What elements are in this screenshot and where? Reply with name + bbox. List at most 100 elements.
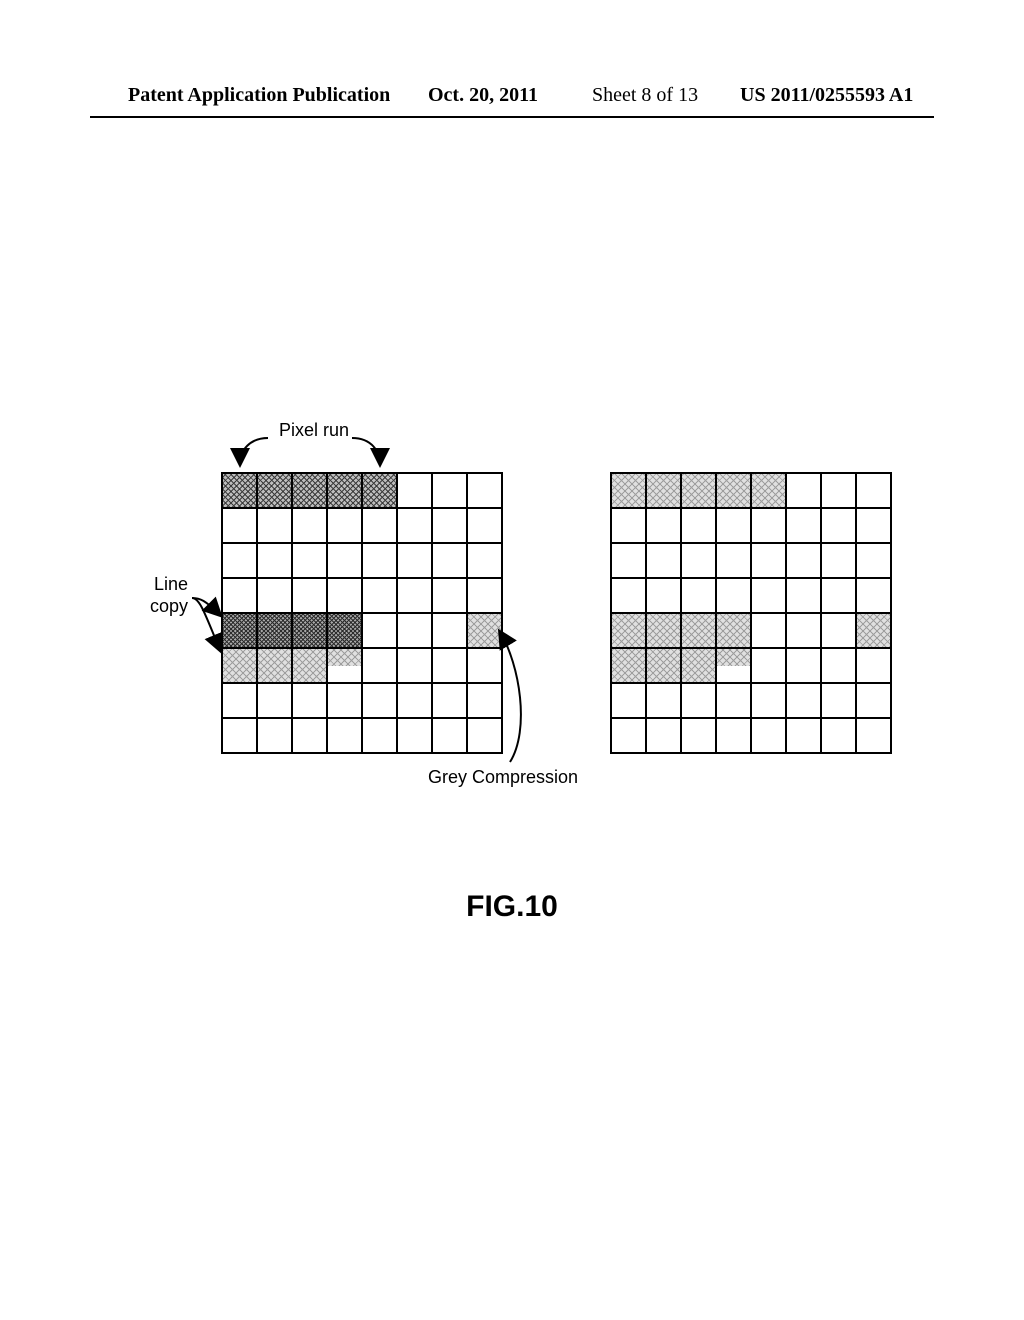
grid-cell (786, 543, 821, 578)
grid-cell (646, 718, 681, 753)
grid-cell (786, 473, 821, 508)
arrow-line-copy-lower-icon (192, 598, 220, 650)
grid-cell (681, 578, 716, 613)
grid-cell (716, 613, 751, 648)
grid-cell (257, 578, 292, 613)
grid-cell (362, 648, 397, 683)
grid-cell (786, 718, 821, 753)
grid-left (221, 472, 503, 754)
grid-cell (751, 718, 786, 753)
grid-cell (716, 683, 751, 718)
grid-cell (681, 683, 716, 718)
grid-cell (611, 683, 646, 718)
grid-cell (432, 578, 467, 613)
grid-cell (646, 508, 681, 543)
label-line-copy: Line copy (128, 573, 188, 617)
grid-cell (327, 473, 362, 508)
grid-cell (467, 683, 502, 718)
grid-right (610, 472, 892, 754)
grid-cell (362, 683, 397, 718)
grid-cell (397, 683, 432, 718)
grid-cell (292, 508, 327, 543)
grid-right-table (610, 472, 892, 754)
grid-cell (856, 543, 891, 578)
grid-cell (611, 508, 646, 543)
grid-cell (292, 613, 327, 648)
grid-cell (432, 508, 467, 543)
grid-cell (856, 578, 891, 613)
grid-cell (821, 683, 856, 718)
grid-cell (716, 543, 751, 578)
grid-cell (432, 683, 467, 718)
grid-cell (292, 543, 327, 578)
grid-cell (646, 683, 681, 718)
grid-cell (397, 578, 432, 613)
grid-cell (257, 543, 292, 578)
grid-cell (646, 613, 681, 648)
grid-cell (716, 578, 751, 613)
grid-cell (751, 578, 786, 613)
arrow-grey-compression-icon (500, 632, 521, 762)
grid-cell (257, 683, 292, 718)
grid-cell (467, 578, 502, 613)
grid-cell (327, 613, 362, 648)
grid-cell (611, 578, 646, 613)
grid-cell (821, 613, 856, 648)
grid-cell (222, 543, 257, 578)
grid-cell (292, 648, 327, 683)
grid-left-table (221, 472, 503, 754)
grid-cell (432, 473, 467, 508)
grid-cell (751, 683, 786, 718)
figure-number: FIG.10 (0, 890, 1024, 924)
grid-cell (716, 648, 751, 683)
grid-cell (222, 508, 257, 543)
grid-cell (681, 473, 716, 508)
grid-cell (856, 508, 891, 543)
grid-cell (327, 648, 362, 683)
grid-cell (751, 508, 786, 543)
grid-cell (292, 683, 327, 718)
page: Patent Application Publication Oct. 20, … (0, 0, 1024, 1320)
grid-cell (397, 543, 432, 578)
grid-cell (257, 613, 292, 648)
grid-cell (327, 578, 362, 613)
grid-cell (646, 543, 681, 578)
grid-cell (646, 648, 681, 683)
grid-cell (611, 473, 646, 508)
grid-cell (786, 508, 821, 543)
grid-cell (222, 648, 257, 683)
grid-cell (786, 578, 821, 613)
grid-cell (292, 718, 327, 753)
grid-cell (821, 718, 856, 753)
grid-cell (362, 473, 397, 508)
grid-cell (856, 648, 891, 683)
grid-cell (646, 473, 681, 508)
arrow-pixel-run-right-icon (352, 438, 380, 464)
grid-cell (716, 473, 751, 508)
grid-cell (821, 648, 856, 683)
grid-cell (397, 613, 432, 648)
grid-cell (821, 508, 856, 543)
grid-cell (467, 543, 502, 578)
grid-cell (397, 508, 432, 543)
grid-cell (467, 508, 502, 543)
grid-cell (751, 473, 786, 508)
grid-cell (362, 613, 397, 648)
grid-cell (432, 648, 467, 683)
grid-cell (821, 543, 856, 578)
arrow-pixel-run-left-icon (240, 438, 268, 464)
grid-cell (681, 508, 716, 543)
grid-cell (786, 683, 821, 718)
label-grey-compression: Grey Compression (428, 767, 578, 788)
grid-cell (362, 508, 397, 543)
grid-cell (397, 473, 432, 508)
grid-cell (432, 718, 467, 753)
grid-cell (856, 473, 891, 508)
grid-cell (467, 473, 502, 508)
grid-cell (292, 473, 327, 508)
grid-cell (821, 578, 856, 613)
grid-cell (786, 613, 821, 648)
grid-cell (327, 543, 362, 578)
grid-cell (222, 613, 257, 648)
grid-cell (362, 543, 397, 578)
